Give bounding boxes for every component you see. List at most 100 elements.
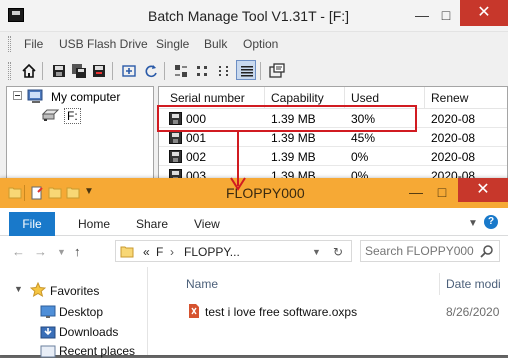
table-row[interactable]: 002 1.39 MB 0% 2020-08 bbox=[159, 148, 507, 166]
floppy-icon bbox=[169, 150, 182, 163]
nav-recent-places[interactable]: Recent places bbox=[59, 344, 135, 358]
details-view-icon[interactable] bbox=[236, 60, 256, 80]
recent-locations-chevron-icon[interactable]: ▼ bbox=[57, 247, 66, 257]
column-capability[interactable]: Capability bbox=[271, 91, 324, 105]
column-name[interactable]: Name bbox=[186, 277, 218, 291]
tab-share[interactable]: Share bbox=[136, 217, 168, 231]
copy-disk-icon[interactable] bbox=[68, 60, 88, 80]
nav-downloads[interactable]: Downloads bbox=[59, 325, 118, 339]
column-used[interactable]: Used bbox=[351, 91, 379, 105]
column-serial-number[interactable]: Serial number bbox=[170, 91, 245, 105]
properties-icon[interactable] bbox=[30, 186, 44, 200]
menubar-grip[interactable] bbox=[8, 36, 11, 52]
file-list: Name Date modi test i love free software… bbox=[149, 267, 508, 355]
toolbar-divider bbox=[112, 62, 113, 80]
toolbar-grip[interactable] bbox=[8, 62, 11, 80]
toolbar-divider bbox=[42, 62, 43, 80]
floppy-app-icon bbox=[8, 8, 24, 22]
cell-renew: 2020-08 bbox=[431, 131, 476, 145]
cell-capability: 1.39 MB bbox=[271, 150, 316, 164]
nav-favorites[interactable]: Favorites bbox=[50, 284, 99, 298]
file-name[interactable]: test i love free software.oxps bbox=[205, 305, 357, 319]
customize-toolbar-chevron-icon[interactable]: ▼ bbox=[84, 186, 94, 197]
refresh-icon[interactable] bbox=[140, 60, 160, 80]
explorer-close-button[interactable]: ✕ bbox=[458, 178, 508, 202]
tab-file[interactable]: File bbox=[9, 212, 55, 236]
menu-single[interactable]: Single bbox=[156, 37, 189, 51]
tree-label-drive-f: F: bbox=[64, 108, 81, 124]
cell-used: 45% bbox=[351, 131, 376, 145]
expand-ribbon-chevron-icon[interactable]: ▼ bbox=[468, 218, 478, 229]
forward-arrow-icon[interactable]: → bbox=[34, 244, 47, 259]
bm-minimize-button[interactable]: — bbox=[410, 7, 434, 25]
address-segment-floppy[interactable]: FLOPPY... bbox=[184, 245, 240, 259]
save-disk-icon[interactable] bbox=[48, 60, 68, 80]
address-segment-f[interactable]: F bbox=[156, 245, 163, 259]
bm-toolbar bbox=[0, 57, 508, 85]
folder-icon[interactable] bbox=[66, 186, 80, 199]
explorer-window-title: FLOPPY000 bbox=[226, 185, 305, 201]
add-item-icon[interactable] bbox=[118, 60, 138, 80]
tree-collapse-toggle[interactable] bbox=[13, 91, 22, 100]
highlight-box bbox=[157, 105, 417, 132]
small-icons-view-icon[interactable] bbox=[192, 60, 212, 80]
toolbar-divider bbox=[164, 62, 165, 80]
help-icon[interactable]: ? bbox=[484, 215, 498, 229]
ribbon-tabs: File Home Share View ▼ ? bbox=[0, 208, 508, 236]
explorer-title-bar: ▼ FLOPPY000 — □ ✕ bbox=[0, 178, 508, 208]
up-arrow-icon[interactable]: ↑ bbox=[74, 244, 81, 259]
column-renew[interactable]: Renew bbox=[431, 91, 468, 105]
large-icons-view-icon[interactable] bbox=[170, 60, 190, 80]
search-icon[interactable] bbox=[480, 244, 494, 258]
cell-renew: 2020-08 bbox=[431, 150, 476, 164]
star-icon bbox=[30, 282, 46, 297]
address-separator: › bbox=[170, 245, 174, 259]
back-arrow-icon[interactable]: ← bbox=[12, 244, 25, 259]
properties-icon[interactable] bbox=[266, 60, 286, 80]
tree-label-my-computer: My computer bbox=[51, 90, 121, 104]
folder-icon bbox=[120, 246, 134, 258]
recent-places-icon bbox=[40, 345, 56, 358]
tab-home[interactable]: Home bbox=[78, 217, 110, 231]
favorites-expand-chevron-icon[interactable]: ▼ bbox=[14, 284, 23, 294]
refresh-icon[interactable]: ↻ bbox=[333, 245, 343, 259]
format-disk-icon[interactable] bbox=[88, 60, 108, 80]
list-view-icon[interactable] bbox=[214, 60, 234, 80]
address-dropdown-chevron-icon[interactable]: ▼ bbox=[312, 247, 321, 257]
downloads-icon bbox=[40, 326, 56, 339]
nav-desktop[interactable]: Desktop bbox=[59, 305, 103, 319]
folder-icon bbox=[8, 187, 22, 199]
tab-view[interactable]: View bbox=[194, 217, 220, 231]
explorer-maximize-button[interactable]: □ bbox=[430, 184, 454, 202]
menu-option[interactable]: Option bbox=[243, 37, 278, 51]
address-bar[interactable]: « F › FLOPPY... ▼ ↻ bbox=[115, 240, 352, 262]
cell-serial: 002 bbox=[186, 150, 207, 164]
menu-file[interactable]: File bbox=[24, 37, 43, 51]
menu-bulk[interactable]: Bulk bbox=[204, 37, 227, 51]
cell-serial: 001 bbox=[186, 131, 207, 145]
desktop-icon bbox=[40, 305, 56, 318]
toolbar-divider bbox=[260, 62, 261, 80]
floppy-icon bbox=[169, 131, 182, 144]
address-row: ← → ▼ ↑ « F › FLOPPY... ▼ ↻ bbox=[0, 237, 508, 266]
explorer-minimize-button[interactable]: — bbox=[404, 184, 428, 202]
bm-menu-bar: File USB Flash Drive Single Bulk Option bbox=[0, 33, 508, 55]
drive-icon bbox=[41, 109, 60, 121]
search-input[interactable] bbox=[365, 243, 477, 259]
home-icon[interactable] bbox=[18, 60, 38, 80]
cell-renew: 2020-08 bbox=[431, 112, 476, 126]
bm-close-button[interactable]: ✕ bbox=[460, 0, 508, 26]
cell-capability: 1.39 MB bbox=[271, 131, 316, 145]
menu-usb-flash-drive[interactable]: USB Flash Drive bbox=[59, 37, 148, 51]
computer-icon bbox=[27, 89, 43, 103]
bm-window-title: Batch Manage Tool V1.31T - [F:] bbox=[148, 8, 350, 24]
navigation-pane: ▼ Favorites Desktop Downloads Recent pla… bbox=[0, 267, 148, 358]
file-date-modified: 8/26/2020 bbox=[446, 305, 500, 319]
column-date-modified[interactable]: Date modi bbox=[446, 277, 501, 291]
bm-maximize-button[interactable]: □ bbox=[434, 7, 458, 25]
explorer-window: ▼ FLOPPY000 — □ ✕ File Home Share View ▼… bbox=[0, 178, 508, 358]
search-box[interactable] bbox=[360, 240, 500, 262]
cell-used: 0% bbox=[351, 150, 369, 164]
new-folder-icon[interactable] bbox=[48, 186, 62, 199]
address-overflow-chevrons[interactable]: « bbox=[143, 245, 150, 259]
